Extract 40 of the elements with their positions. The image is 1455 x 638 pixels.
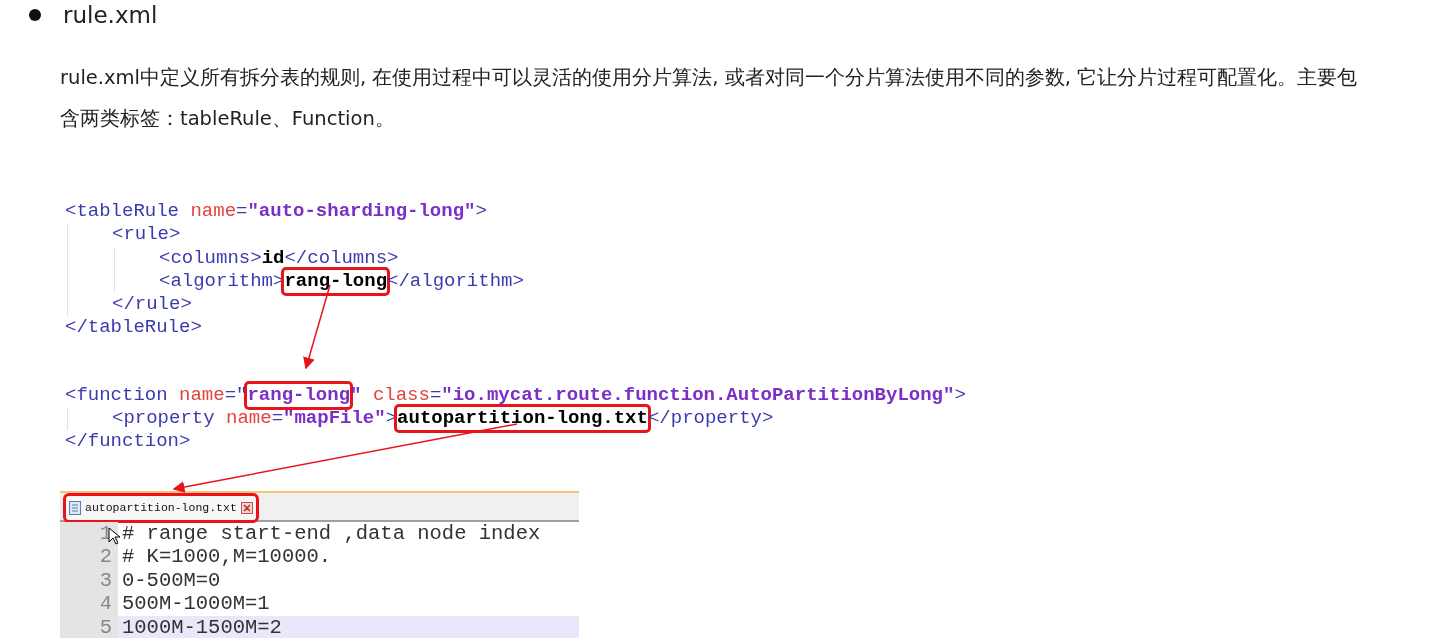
highlighted-xml-text: rang-long [284,269,388,294]
close-icon[interactable] [240,501,253,514]
xml-tag: <tableRule [65,200,191,224]
section-heading: rule.xml [63,2,158,28]
code-line: # range start-end ,data node index [121,521,542,546]
line-number: 4 [60,592,118,617]
xml-tag: </rule> [112,293,192,317]
code-line: 500M-1000M=1 [121,592,271,617]
xml-tag: </function> [65,430,191,454]
xml-tag: </columns> [284,246,399,270]
xml-tag: <algorithm> [159,269,285,294]
xml-tag: </tableRule> [65,316,202,340]
line-number: 2 [60,545,118,569]
xml-text: id [261,246,285,270]
xml-tag: > [475,200,487,224]
bullet-icon [29,9,41,21]
file-tab[interactable]: autopartition-long.txt [66,495,256,520]
xml-value: "io.mycat.route.function.AutoPartitionByLong" [441,383,955,408]
xml-value: "mapFile" [283,407,386,431]
code-line: 0-500M=0 [121,568,222,593]
file-icon [69,500,81,515]
xml-tag: = [236,200,248,224]
highlighted-xml-text: autopartition-long.txt [397,407,648,431]
xml-value: "auto-sharding-long" [247,200,476,224]
description-paragraph: rule.xml中定义所有拆分表的规则, 在使用过程中可以灵活的使用分片算法, 或者对同一个分片算法使用不同的参数, 它让分片过程可配置化。主要包含两类标签：tableRule、Function。 [60,65,1359,132]
xml-attribute: name [179,383,225,408]
xml-tag: <property [112,407,227,431]
line-number: 5 [60,616,118,638]
line-number: 3 [60,568,118,593]
xml-tag: = [429,383,442,408]
code-line: # K=1000,M=10000. [121,545,333,569]
xml-tag: <columns> [159,246,262,270]
xml-tag: <rule> [112,223,181,247]
xml-tag: > [954,383,966,408]
highlighted-xml-value: rang-long [247,383,351,408]
xml-attribute: name [190,200,237,224]
xml-tag: = [271,407,284,431]
xml-attribute: class [372,383,430,408]
xml-tag: <function [65,383,180,408]
xml-attribute: name [226,407,272,431]
